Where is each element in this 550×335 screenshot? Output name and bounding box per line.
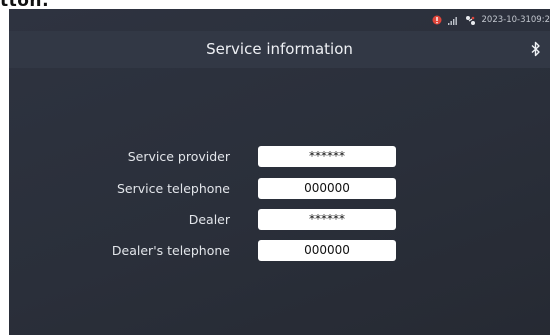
network-icon <box>465 15 476 26</box>
bluetooth-icon[interactable] <box>530 41 542 57</box>
dealer-label: Dealer <box>188 212 230 227</box>
cropped-heading-text: tton: <box>0 0 70 9</box>
page-title: Service information <box>206 40 353 58</box>
signal-icon <box>447 16 459 25</box>
status-icons: 2023-10-3109:2 <box>432 13 550 27</box>
service-provider-row: Service provider ****** <box>9 146 550 168</box>
status-bar: 2023-10-3109:2 <box>9 9 550 31</box>
title-bar: Service information <box>9 31 550 68</box>
service-provider-label: Service provider <box>127 149 230 164</box>
device-screen: 2023-10-3109:2 Service information Servi… <box>9 9 550 335</box>
status-datetime: 2023-10-3109:2 <box>481 15 550 25</box>
dealer-telephone-field[interactable]: 000000 <box>258 240 396 261</box>
dealer-field[interactable]: ****** <box>258 209 396 230</box>
service-telephone-field[interactable]: 000000 <box>258 178 396 199</box>
dealer-row: Dealer ****** <box>9 209 550 231</box>
alert-icon <box>432 15 442 25</box>
dealer-telephone-label: Dealer's telephone <box>111 243 230 258</box>
service-provider-field[interactable]: ****** <box>258 146 396 167</box>
service-telephone-row: Service telephone 000000 <box>9 178 550 200</box>
dealer-telephone-row: Dealer's telephone 000000 <box>9 240 550 262</box>
service-telephone-label: Service telephone <box>116 181 230 196</box>
